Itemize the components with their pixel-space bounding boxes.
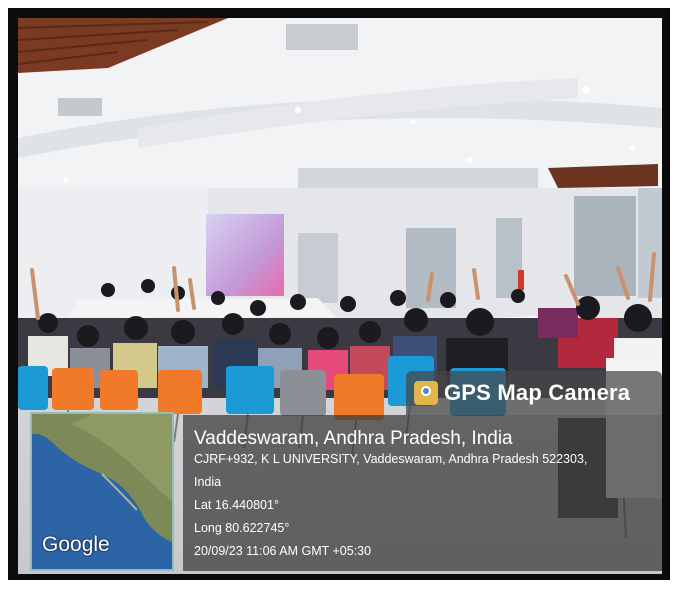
location-longitude: Long 80.622745°: [194, 521, 290, 535]
location-timestamp: 20/09/23 11:06 AM GMT +05:30: [194, 544, 372, 558]
map-pin-icon: [414, 381, 438, 405]
location-latitude: Lat 16.440801°: [194, 498, 279, 512]
google-logo: Google: [42, 533, 110, 556]
gps-badge-title: GPS Map Camera: [444, 380, 631, 405]
map-thumbnail: Google: [30, 412, 174, 571]
location-place: Vaddeswaram, Andhra Pradesh, India: [194, 428, 513, 449]
location-address-line2: India: [194, 475, 222, 489]
location-address-line1: CJRF+932, K L UNIVERSITY, Vaddeswaram, A…: [194, 452, 588, 466]
gps-map-camera-badge: GPS Map Camera: [406, 371, 662, 415]
